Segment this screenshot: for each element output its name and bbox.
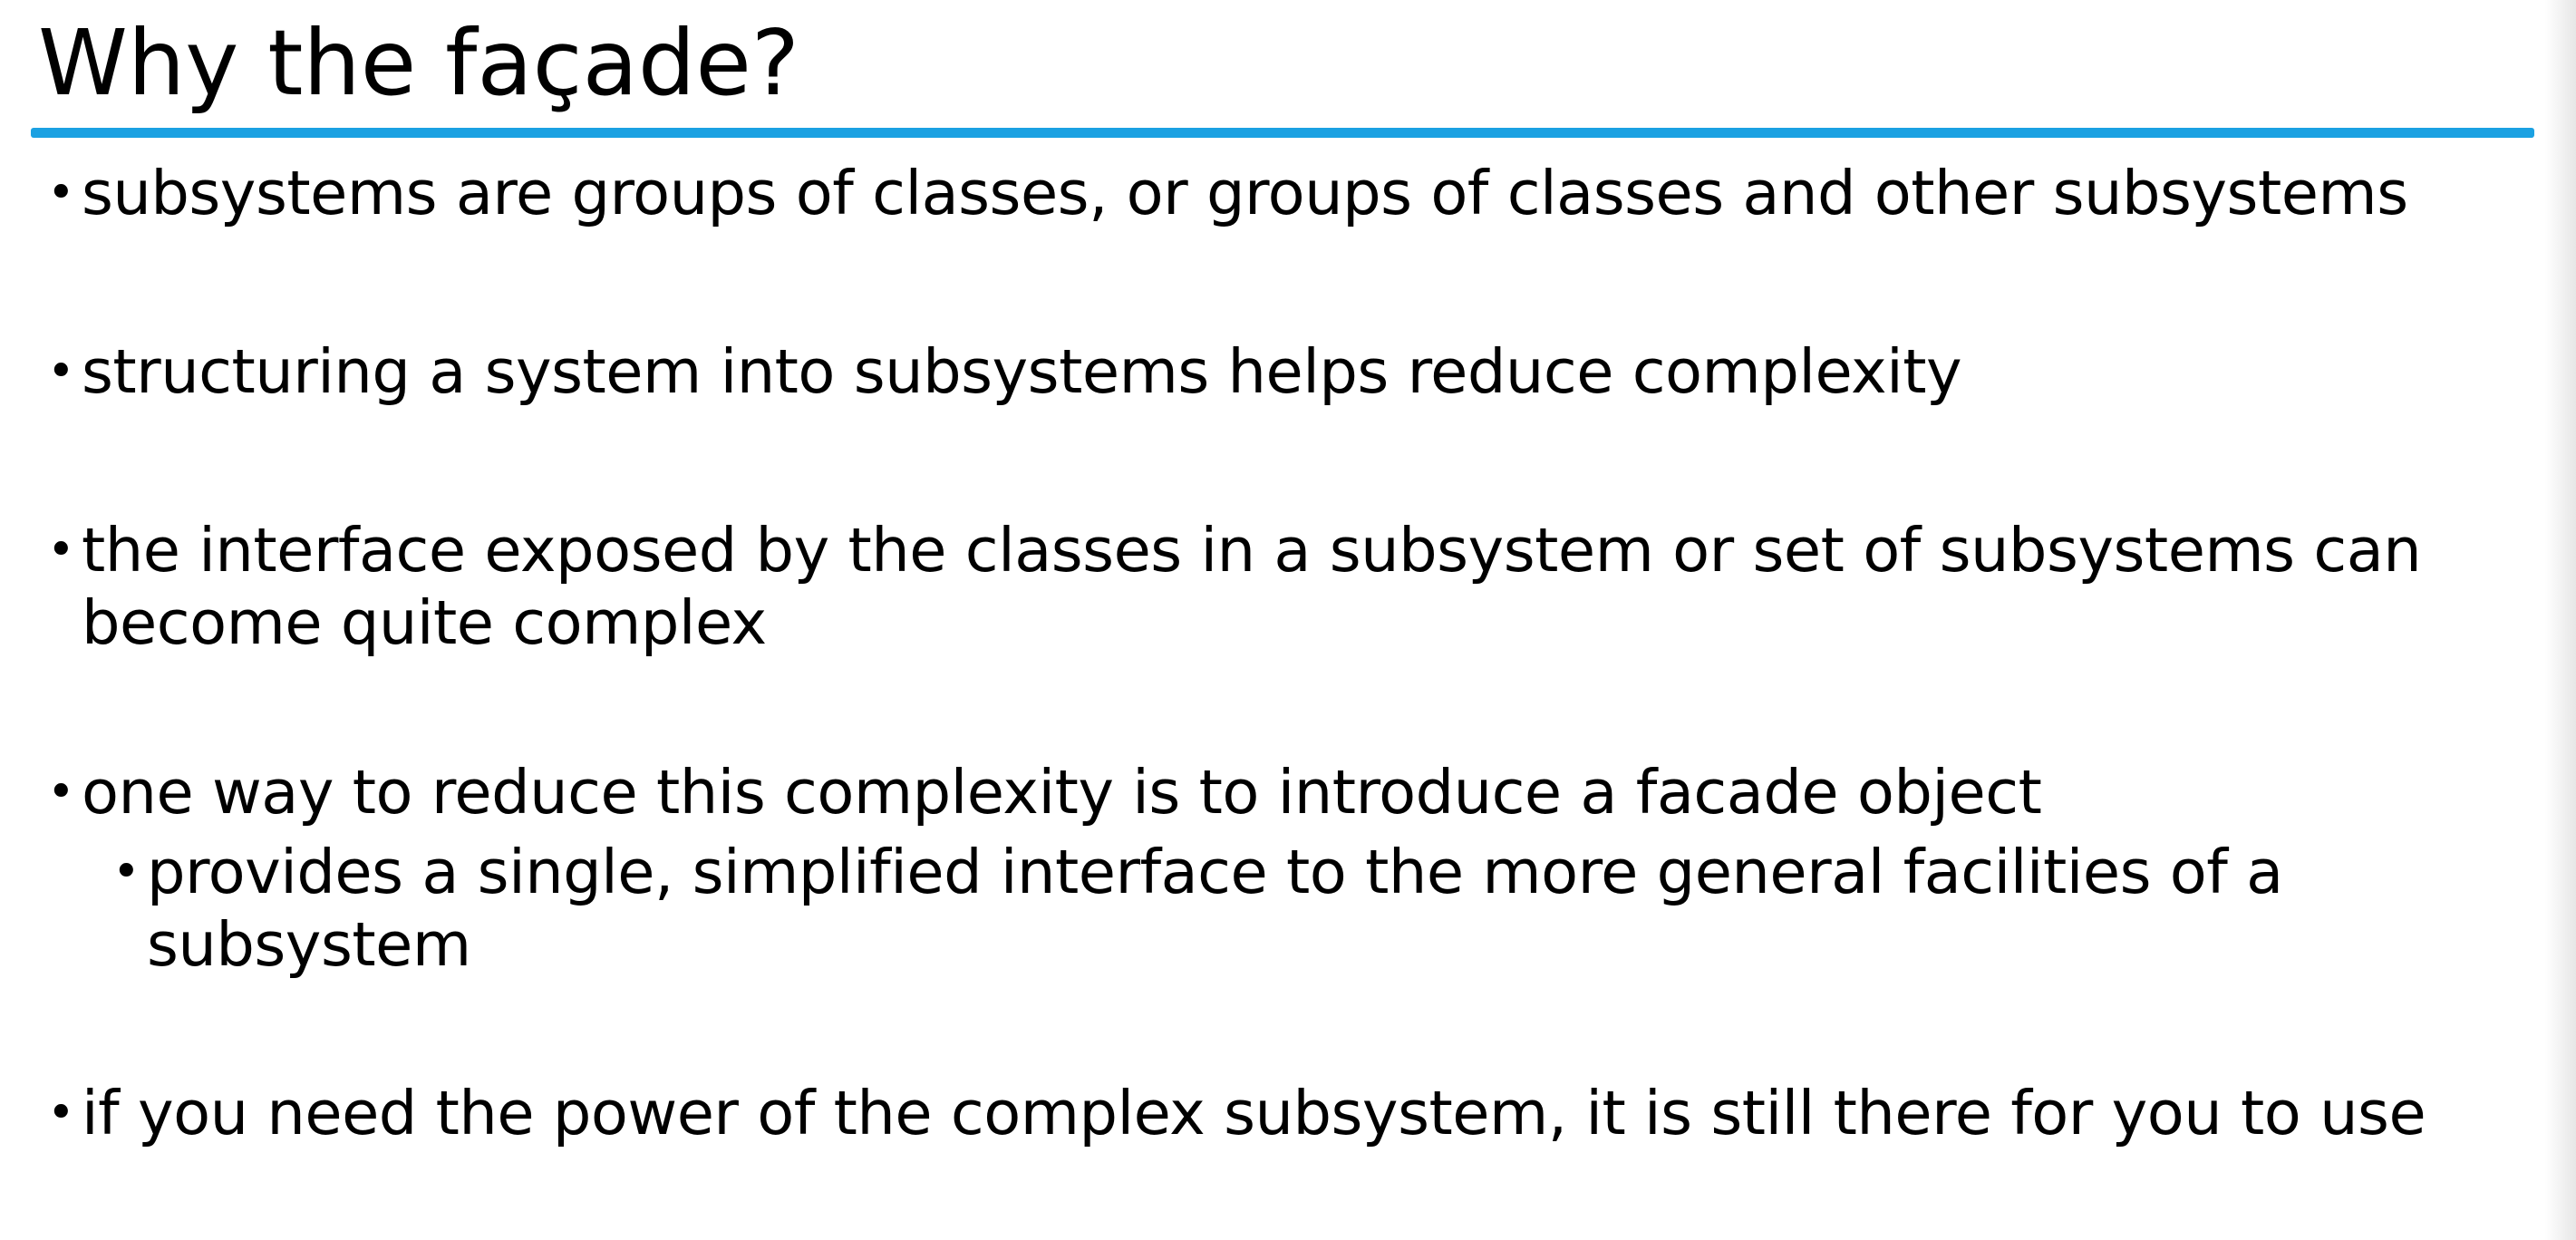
sub-bullet-text-line-2: subsystem	[147, 909, 471, 980]
bullet-text-line-1: the interface exposed by the classes in …	[82, 515, 2422, 586]
bullet-continuation: become quite complex	[82, 586, 767, 659]
bullet-text: subsystems are groups of classes, or gro…	[82, 158, 2408, 228]
bullet-text: if you need the power of the complex sub…	[82, 1078, 2426, 1148]
bullet-item: • the interface exposed by the classes i…	[47, 514, 2422, 586]
bullet-icon: •	[47, 523, 75, 577]
bullet-item: • structuring a system into subsystems h…	[47, 335, 1962, 408]
sub-bullet-item: • provides a single, simplified interfac…	[112, 836, 2283, 908]
bullet-item: • subsystems are groups of classes, or g…	[47, 157, 2408, 229]
sub-bullet-continuation: subsystem	[147, 908, 471, 981]
slide: Why the façade? • subsystems are groups …	[0, 0, 2576, 1240]
bullet-text-line-2: become quite complex	[82, 587, 767, 658]
bullet-item: • if you need the power of the complex s…	[47, 1077, 2426, 1149]
bullet-text: one way to reduce this complexity is to …	[82, 757, 2042, 828]
bullet-icon: •	[47, 1086, 75, 1140]
bullet-icon: •	[47, 166, 75, 220]
sub-bullet-icon: •	[112, 845, 140, 899]
bullet-icon: •	[47, 344, 75, 399]
bullet-icon: •	[47, 765, 75, 819]
bullet-list: • subsystems are groups of classes, or g…	[0, 0, 2576, 1240]
bullet-item: • one way to reduce this complexity is t…	[47, 756, 2042, 828]
page-edge-shadow	[2545, 0, 2576, 1240]
sub-bullet-text-line-1: provides a single, simplified interface …	[147, 837, 2283, 907]
bullet-text: structuring a system into subsystems hel…	[82, 336, 1962, 407]
